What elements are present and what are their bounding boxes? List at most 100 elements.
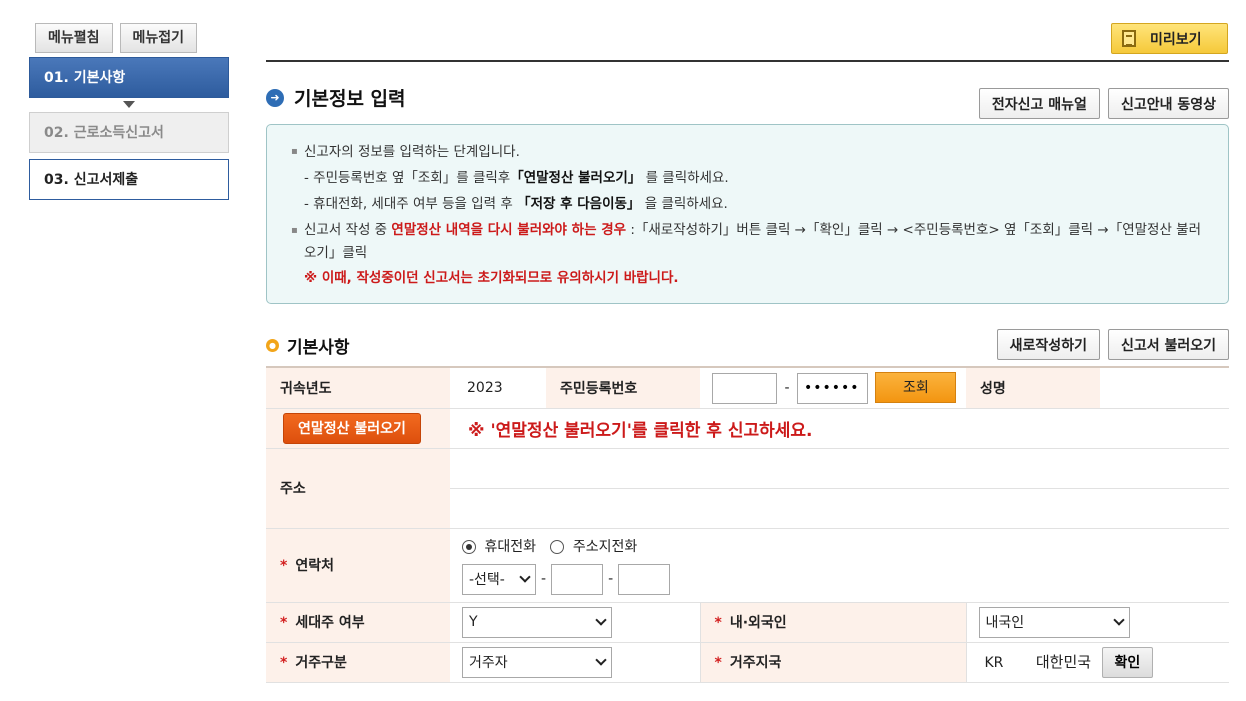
residence-value: 거주자	[469, 655, 508, 671]
nationality-label: 내·외국인	[729, 615, 787, 631]
section-buttons: 새로작성하기 신고서 불러오기	[996, 329, 1229, 360]
guide-text: 을 클릭하세요.	[644, 196, 728, 212]
country-cell: KR 대한민국 확인	[965, 642, 1229, 683]
nationality-cell: 내국인	[965, 602, 1229, 643]
load-report-button[interactable]: 신고서 불러오기	[1107, 329, 1229, 360]
rrn-label: 주민등록번호	[546, 367, 700, 409]
rrn-front-input[interactable]	[712, 372, 777, 404]
bullet-icon: ●	[266, 339, 279, 352]
menu-collapse-button[interactable]: 메뉴접기	[119, 23, 198, 53]
contact-cell: 휴대전화 주소지전화 -선택- - -	[450, 528, 1229, 603]
residence-select[interactable]: 거주자	[462, 646, 612, 678]
contact-label: 연락처	[295, 558, 334, 574]
step-submit-report[interactable]: 03. 신고서제출	[29, 159, 229, 200]
form-row: 연말정산 불러오기 ※ '연말정산 불러오기'를 클릭한 후 신고하세요.	[266, 408, 1229, 449]
preview-button[interactable]: 미리보기	[1111, 23, 1228, 54]
rrn-back-input[interactable]	[796, 372, 868, 404]
guide-video-button[interactable]: 신고안내 동영상	[1107, 88, 1229, 119]
country-label-cell: * 거주지국	[699, 642, 966, 683]
name-label: 성명	[966, 367, 1100, 409]
yearend-notice-cell: ※ '연말정산 불러오기'를 클릭한 후 신고하세요.	[450, 408, 1229, 449]
phone-type-radios: 휴대전화 주소지전화	[462, 536, 1229, 556]
section-title: 기본사항	[287, 338, 350, 358]
year-value: 2023	[450, 367, 546, 409]
guide-text: 신고서 작성 중	[304, 222, 388, 238]
chevron-down-icon	[1112, 614, 1125, 626]
radio-mobile[interactable]	[462, 539, 476, 554]
step-number: 01.	[44, 70, 69, 86]
form-row: * 세대주 여부 Y * 내·외국인 내국인	[266, 602, 1229, 643]
step-arrow-icon	[123, 101, 135, 108]
phone-prefix-value: -선택-	[469, 572, 505, 588]
phone-dash: -	[541, 571, 547, 587]
radio-home[interactable]	[550, 539, 565, 554]
phone-inputs: -선택- - -	[462, 563, 1229, 595]
address-line-1[interactable]	[450, 448, 1229, 489]
chevron-down-icon	[595, 614, 607, 626]
guide-text: 를 클릭하세요.	[645, 170, 729, 186]
country-label: 거주지국	[729, 655, 782, 671]
step-number: 02.	[44, 125, 69, 141]
step-basic-info[interactable]: 01. 기본사항	[29, 57, 229, 108]
form-row: 귀속년도 2023 주민등록번호 - 조회 성명	[266, 367, 1229, 409]
basic-info-form: 귀속년도 2023 주민등록번호 - 조회 성명 연말정산 불러오기 ※ '연말…	[266, 366, 1229, 683]
form-row: * 연락처 휴대전화 주소지전화 -선택- - -	[266, 528, 1229, 603]
page-title-row: ➜ 기본정보 입력	[266, 84, 406, 111]
country-confirm-button[interactable]: 확인	[1101, 646, 1154, 678]
required-icon: *	[280, 558, 288, 574]
residence-label: 거주구분	[295, 655, 347, 671]
guide-red-text: 연말정산 내역을 다시 불러와야 하는 경우	[391, 222, 627, 238]
page-title: 기본정보 입력	[294, 88, 406, 110]
country-name: 대한민국	[1035, 653, 1092, 671]
chevron-down-icon	[519, 571, 531, 583]
nationality-value: 내국인	[985, 615, 1025, 631]
step-label: 신고서제출	[73, 172, 139, 188]
help-buttons: 전자신고 매뉴얼 신고안내 동영상	[978, 88, 1229, 119]
required-icon: *	[280, 615, 288, 631]
householder-select[interactable]: Y	[462, 606, 612, 638]
menu-toggle-group: 메뉴펼침 메뉴접기	[35, 23, 198, 53]
yearend-load-button[interactable]: 연말정산 불러오기	[283, 412, 421, 444]
householder-label-cell: * 세대주 여부	[266, 602, 450, 643]
phone-last-input[interactable]	[618, 563, 671, 595]
section-title-row: ● 기본사항	[266, 333, 350, 358]
country-code: KR	[984, 655, 1004, 671]
phone-middle-input[interactable]	[551, 563, 604, 595]
step-label: 기본사항	[73, 70, 126, 86]
phone-prefix-select[interactable]: -선택-	[462, 563, 536, 595]
address-line-2[interactable]	[450, 488, 1229, 529]
radio-mobile-label: 휴대전화	[484, 538, 536, 555]
householder-label: 세대주 여부	[295, 615, 365, 631]
required-icon: *	[714, 655, 722, 671]
menu-expand-button[interactable]: 메뉴펼침	[35, 23, 113, 53]
arrow-circle-icon: ➜	[266, 88, 284, 107]
new-report-button[interactable]: 새로작성하기	[996, 329, 1100, 360]
step-nav: 01. 기본사항 02. 근로소득신고서 03. 신고서제출	[29, 57, 229, 214]
step-number: 03.	[44, 172, 69, 188]
document-icon	[1122, 30, 1136, 47]
guide-line: - 주민등록번호 옆「조회」를 클릭후「연말정산 불러오기」 를 클릭하세요.	[291, 165, 1204, 191]
nationality-select[interactable]: 내국인	[978, 606, 1130, 638]
householder-cell: Y	[450, 602, 700, 643]
step-label: 근로소득신고서	[73, 125, 164, 141]
guide-emphasis: 「연말정산 불러오기」	[510, 170, 642, 186]
guide-emphasis: 「저장 후 다음이동」	[517, 196, 641, 212]
guide-line: - 휴대전화, 세대주 여부 등을 입력 후 「저장 후 다음이동」 을 클릭하…	[291, 191, 1204, 217]
contact-label-cell: * 연락처	[266, 528, 450, 603]
lookup-button[interactable]: 조회	[875, 371, 957, 403]
yearend-notice: ※ '연말정산 불러오기'를 클릭한 후 신고하세요.	[468, 420, 813, 441]
householder-value: Y	[469, 614, 478, 630]
step-income-report[interactable]: 02. 근로소득신고서	[29, 112, 229, 153]
guide-text: - 주민등록번호 옆「조회」를 클릭후	[304, 170, 511, 186]
nationality-label-cell: * 내·외국인	[699, 602, 966, 643]
form-row: 주소	[266, 448, 1229, 529]
chevron-down-icon	[595, 654, 607, 666]
manual-button[interactable]: 전자신고 매뉴얼	[978, 88, 1100, 119]
preview-label: 미리보기	[1150, 31, 1202, 48]
name-value	[1100, 367, 1229, 409]
address-label: 주소	[266, 448, 450, 529]
guide-text: - 휴대전화, 세대주 여부 등을 입력 후	[304, 196, 513, 212]
header-divider	[266, 60, 1229, 62]
guide-box: 신고자의 정보를 입력하는 단계입니다. - 주민등록번호 옆「조회」를 클릭후…	[266, 124, 1229, 304]
yearend-cell: 연말정산 불러오기	[266, 408, 450, 449]
